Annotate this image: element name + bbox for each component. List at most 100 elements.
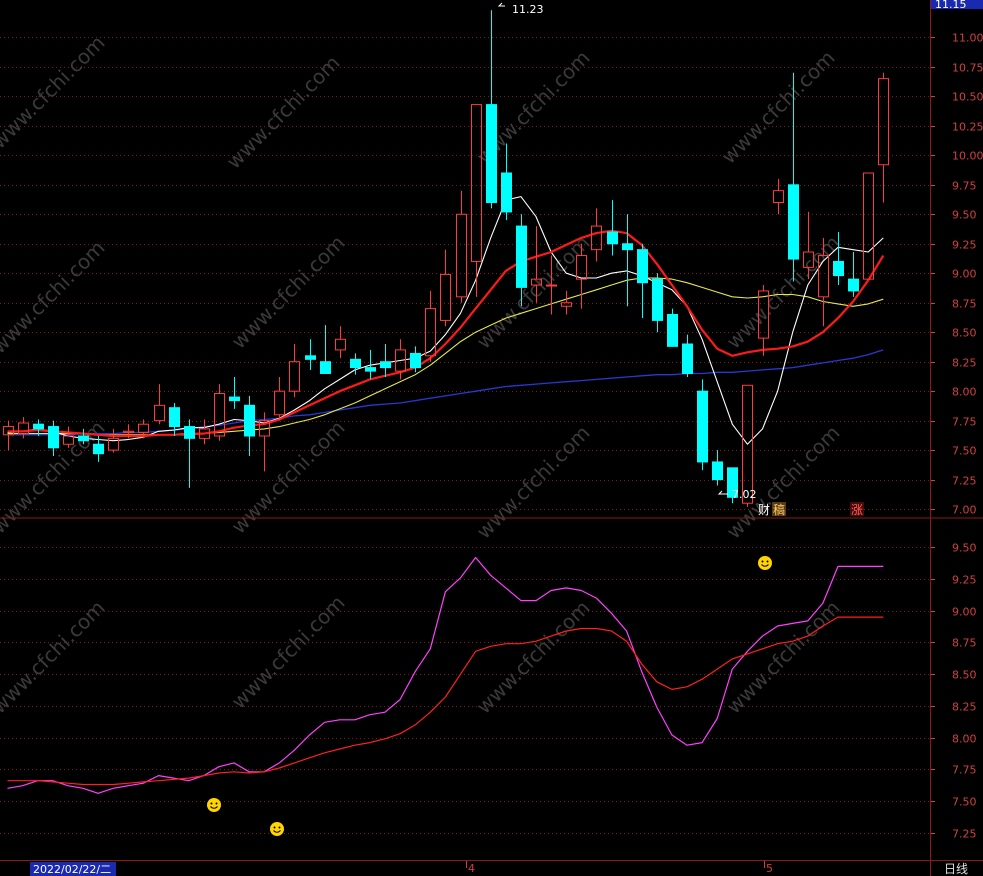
period-label[interactable]: 日线 <box>944 862 968 876</box>
candle-body <box>667 314 678 347</box>
smiley-icon <box>758 556 772 570</box>
watermark-text: www.cfchi.com <box>472 421 595 544</box>
price-box-value: 11.15 <box>935 0 967 11</box>
candle-body <box>561 302 572 307</box>
month-5-label: 5 <box>766 862 773 875</box>
axis-tick-label: 7.00 <box>952 504 977 517</box>
candle <box>486 10 497 209</box>
axis-tick-label: 11.00 <box>952 32 983 45</box>
axis-tick-label: 8.00 <box>952 386 977 399</box>
tag-gao[interactable]: 稿 <box>773 502 785 517</box>
axis-tick-label: 9.00 <box>952 606 977 619</box>
axis-tick-label: 7.25 <box>952 828 977 841</box>
candle-body <box>78 435 89 442</box>
axis-tick-label: 9.25 <box>952 239 977 252</box>
candle-body <box>697 390 708 463</box>
axis-tick-label: 10.00 <box>952 150 983 163</box>
candle-body <box>33 423 44 430</box>
candle <box>169 402 180 436</box>
low-marker-arrow <box>717 490 728 495</box>
candle-body <box>184 426 195 439</box>
axis-tick-label: 10.75 <box>952 62 983 75</box>
watermark-text: www.cfchi.com <box>227 231 350 354</box>
smiley-icon <box>207 798 221 812</box>
axis-tick-label: 9.50 <box>952 542 977 555</box>
candle-body <box>833 260 844 277</box>
ma-slow-line <box>7 277 884 436</box>
candle <box>229 377 240 409</box>
low-marker-label: 7.02 <box>732 488 757 501</box>
tag-zhang[interactable]: 涨 <box>851 502 863 517</box>
candle-body <box>93 443 104 455</box>
axis-tick-label: 8.25 <box>952 357 977 370</box>
candle-body <box>169 407 180 428</box>
indicator-axis: 9.50 9.25 9.00 8.75 8.50 8.25 8.00 7.75 7.50 7.25 <box>931 542 977 841</box>
candle-body <box>244 404 255 437</box>
candle <box>622 214 633 307</box>
price-box: 11.15 <box>931 0 983 11</box>
axis-tick-label: 8.00 <box>952 733 977 746</box>
candle-body <box>516 225 527 288</box>
tag-cai[interactable]: 财 <box>758 503 770 517</box>
axis-tick-label: 7.25 <box>952 475 977 488</box>
axis-tick-label: 8.50 <box>952 669 977 682</box>
axis-tick-label: 8.75 <box>952 637 977 650</box>
candle <box>456 190 467 303</box>
candle-body <box>365 367 376 372</box>
candle <box>561 290 572 315</box>
candle <box>667 308 678 347</box>
candle-body <box>652 278 663 321</box>
watermark-text: www.cfchi.com <box>0 31 110 154</box>
candle-body <box>637 249 648 284</box>
candle-body <box>471 104 482 262</box>
watermark-layer: www.cfchi.com www.cfchi.com www.cfchi.co… <box>0 31 845 719</box>
axis-tick-label: 7.75 <box>952 416 977 429</box>
candle <box>697 379 708 471</box>
candle <box>501 143 512 221</box>
candle <box>863 172 874 280</box>
axis-tick-label: 9.00 <box>952 268 977 281</box>
candle-body <box>788 184 799 260</box>
high-marker: 11.23 <box>497 2 544 16</box>
candle-body <box>607 231 618 245</box>
candle-body <box>48 426 59 449</box>
axis-tick-label: 7.75 <box>952 764 977 777</box>
watermark-text: www.cfchi.com <box>722 421 845 544</box>
ma-long-line <box>7 349 884 436</box>
month-4-label: 4 <box>468 862 475 875</box>
candle-body <box>289 361 300 392</box>
axis-tick-label: 8.50 <box>952 327 977 340</box>
watermark-text: www.cfchi.com <box>227 591 350 714</box>
axis-tick-label: 10.50 <box>952 91 983 104</box>
watermark-text: www.cfchi.com <box>0 596 110 719</box>
candle <box>637 243 648 319</box>
stock-chart[interactable]: www.cfchi.com www.cfchi.com www.cfchi.co… <box>0 0 983 876</box>
candle-body <box>380 361 391 369</box>
axis-tick-label: 9.75 <box>952 180 977 193</box>
watermark-text: www.cfchi.com <box>0 236 110 359</box>
axis-tick-label: 9.25 <box>952 574 977 587</box>
axis-tick-label: 10.25 <box>952 121 983 134</box>
watermark-text: www.cfchi.com <box>722 231 845 354</box>
main-price-axis: 11.00 10.75 10.50 10.25 10.00 9.75 9.50 9.25 9.0… <box>931 32 983 517</box>
smiley-icon <box>270 822 284 836</box>
candle-body <box>335 338 346 351</box>
watermark-text: www.cfchi.com <box>472 596 595 719</box>
candle-body <box>863 172 874 280</box>
candle-body <box>274 390 285 416</box>
candle-body <box>848 278 859 292</box>
candle-body <box>350 358 361 369</box>
watermark-text: www.cfchi.com <box>717 46 840 169</box>
high-marker-arrow <box>497 2 505 7</box>
axis-tick-label: 7.50 <box>952 445 977 458</box>
candle <box>274 377 285 421</box>
candle-body <box>486 104 497 203</box>
candle-body <box>425 308 436 357</box>
watermark-text: www.cfchi.com <box>722 596 845 719</box>
candle <box>289 344 300 398</box>
candle-body <box>440 273 451 321</box>
date-box-value[interactable]: 2022/02/22/二 <box>33 863 111 876</box>
candle-body <box>773 190 784 203</box>
candle <box>652 273 663 333</box>
time-axis: 2022/02/22/二 4 5 日线 <box>30 861 968 876</box>
